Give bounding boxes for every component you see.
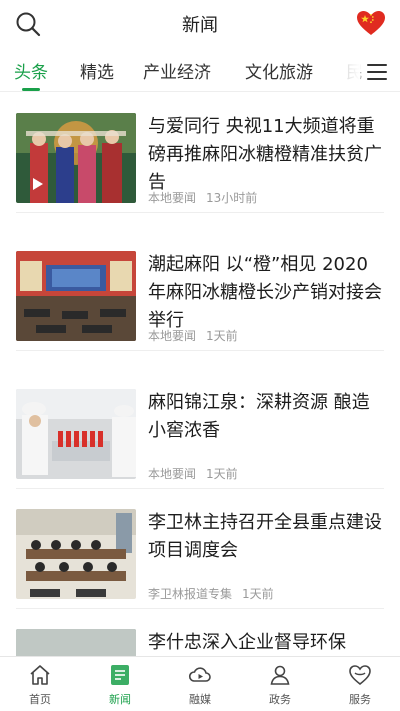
top-bar: 新闻 bbox=[0, 0, 400, 48]
news-title: 与爱同行 央视11大频道将重磅再推麻阳冰糖橙精准扶贫广告 bbox=[148, 116, 382, 193]
active-tab-indicator bbox=[22, 88, 40, 91]
tab-toutiao[interactable]: 头条 bbox=[14, 58, 48, 83]
government-icon bbox=[270, 665, 290, 685]
news-icon bbox=[111, 665, 129, 685]
play-icon bbox=[33, 178, 43, 190]
tab-wenhua-lvyou[interactable]: 文化旅游 bbox=[245, 58, 313, 83]
tab-jingxuan[interactable]: 精选 bbox=[80, 58, 114, 83]
news-title: 李卫林主持召开全县重点建设项目调度会 bbox=[148, 512, 382, 561]
category-tabs: 头条 精选 产业经济 文化旅游 民 bbox=[0, 48, 400, 92]
news-item[interactable]: 麻阳锦江泉：深耕资源 酿造小窖浓香 本地要闻 1天前 bbox=[16, 369, 384, 489]
home-icon bbox=[30, 665, 50, 685]
news-thumbnail-factory bbox=[16, 629, 136, 656]
news-time: 1天前 bbox=[206, 467, 238, 481]
news-title: 潮起麻阳 以“橙”相见 2020年麻阳冰糖橙长沙产销对接会举行 bbox=[148, 254, 382, 331]
nav-fuwu[interactable]: 服务 bbox=[320, 657, 400, 711]
news-source: 李卫林报道专集 bbox=[148, 587, 233, 601]
nav-news-label: 新闻 bbox=[109, 693, 131, 706]
bottom-navigation: 首页 新闻 融媒 政务 服务 bbox=[0, 656, 400, 711]
nav-rongmei[interactable]: 融媒 bbox=[160, 657, 240, 711]
news-meta: 李卫林报道专集 1天前 bbox=[148, 585, 274, 602]
news-time: 1天前 bbox=[206, 329, 238, 343]
news-source: 本地要闻 bbox=[148, 467, 197, 481]
tab-chanye-jingji[interactable]: 产业经济 bbox=[143, 58, 211, 83]
cloud-media-icon bbox=[188, 667, 211, 682]
news-feed: 与爱同行 央视11大频道将重磅再推麻阳冰糖橙精准扶贫广告 本地要闻 13小时前 潮… bbox=[0, 93, 400, 656]
tabs-fade bbox=[330, 48, 360, 91]
nav-home[interactable]: 首页 bbox=[0, 657, 80, 711]
nav-news[interactable]: 新闻 bbox=[80, 657, 160, 711]
nav-home-label: 首页 bbox=[29, 693, 51, 706]
nav-rongmei-label: 融媒 bbox=[189, 693, 211, 706]
nav-zhengwu[interactable]: 政务 bbox=[240, 657, 320, 711]
news-time: 1天前 bbox=[242, 587, 274, 601]
news-source: 本地要闻 bbox=[148, 191, 197, 205]
news-source: 本地要闻 bbox=[148, 329, 197, 343]
news-item[interactable]: 李卫林主持召开全县重点建设项目调度会 李卫林报道专集 1天前 bbox=[16, 489, 384, 609]
news-title: 麻阳锦江泉：深耕资源 酿造小窖浓香 bbox=[148, 392, 370, 441]
news-time: 13小时前 bbox=[206, 191, 258, 205]
nav-zhengwu-label: 政务 bbox=[269, 693, 291, 706]
china-flag-icon[interactable] bbox=[356, 10, 386, 36]
news-title: 李什忠深入企业督导环保 bbox=[148, 632, 346, 653]
news-meta: 本地要闻 1天前 bbox=[148, 465, 238, 482]
news-thumbnail-winery bbox=[16, 389, 136, 479]
news-meta: 本地要闻 1天前 bbox=[148, 327, 238, 344]
news-item[interactable]: 李什忠深入企业督导环保 bbox=[16, 609, 384, 656]
page-title: 新闻 bbox=[182, 15, 218, 36]
heart-service-icon bbox=[349, 665, 371, 686]
menu-icon[interactable] bbox=[364, 62, 390, 82]
nav-fuwu-label: 服务 bbox=[349, 693, 371, 706]
news-item[interactable]: 与爱同行 央视11大频道将重磅再推麻阳冰糖橙精准扶贫广告 本地要闻 13小时前 bbox=[16, 93, 384, 213]
news-thumbnail-conference bbox=[16, 251, 136, 341]
news-thumbnail-meeting bbox=[16, 509, 136, 599]
news-meta: 本地要闻 13小时前 bbox=[148, 189, 257, 206]
news-item[interactable]: 潮起麻阳 以“橙”相见 2020年麻阳冰糖橙长沙产销对接会举行 本地要闻 1天前 bbox=[16, 231, 384, 351]
